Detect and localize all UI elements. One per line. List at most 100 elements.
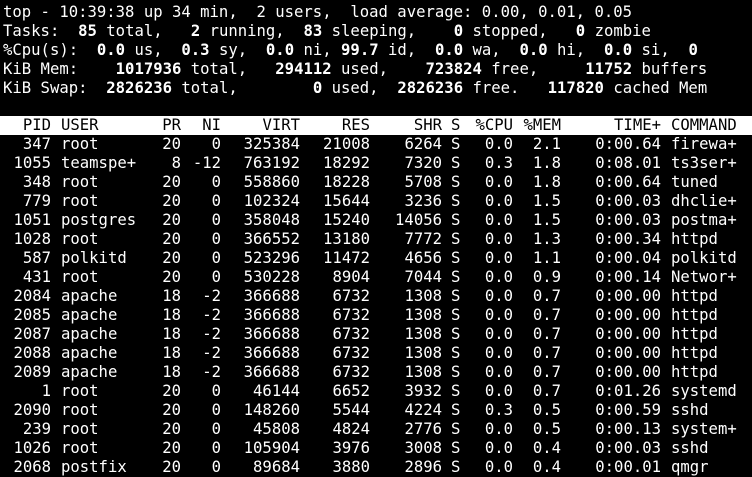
swap-cached: 117820 [547, 79, 604, 97]
cell-virt: 89684 [253, 458, 300, 476]
cell-state: S [451, 458, 461, 476]
col-cpu[interactable]: %CPU [463, 116, 513, 135]
process-row[interactable]: 239 root 20 0 45808 4824 2776 S 0.0 0.5 0:00.13 sys… [0, 420, 752, 439]
cell-pr: 18 [162, 325, 181, 343]
process-row[interactable]: 2090 root 20 0 148260 5544 4224 S 0.3 0.5 0:00.59 s… [0, 401, 752, 420]
process-row[interactable]: 1055 teamspe+ 8 -12 763192 18292 7320 S 0.3 1.8 0:… [0, 154, 752, 173]
col-ni[interactable]: NI [189, 116, 221, 135]
cell-ni: 0 [211, 439, 221, 457]
cell-pid: 779 [22, 192, 51, 210]
cell-ni: 0 [211, 173, 221, 191]
cell-res: 18228 [323, 173, 370, 191]
cell-user: postfix [61, 458, 127, 476]
cell-virt: 366688 [243, 363, 300, 381]
process-row[interactable]: 347 root 20 0 325384 21008 6264 S 0.0 2.1 0:00.64 f… [0, 135, 752, 154]
col-virt[interactable]: VIRT [232, 116, 300, 135]
cell-pr: 20 [162, 268, 181, 286]
process-row[interactable]: 587 polkitd 20 0 523296 11472 4656 S 0.0 1.1 0:00.… [0, 249, 752, 268]
tasks-running-label: running, [209, 22, 285, 40]
cell-command: httpd [671, 363, 718, 381]
cell-pid: 431 [22, 268, 51, 286]
process-row[interactable]: 2088 apache 18 -2 366688 6732 1308 S 0.0 0.7 0:00.… [0, 344, 752, 363]
cell-res: 4824 [332, 420, 370, 438]
process-row[interactable]: 431 root 20 0 530228 8904 7044 S 0.0 0.9 0:00.14 Ne… [0, 268, 752, 287]
col-pid[interactable]: PID [0, 116, 51, 135]
col-user[interactable]: USER [61, 116, 161, 135]
cell-state: S [451, 249, 461, 267]
cell-cpu: 0.0 [484, 382, 513, 400]
cell-command: dhclie+ [671, 192, 737, 210]
process-row[interactable]: 348 root 20 0 558860 18228 5708 S 0.0 1.8 0:00.64 t… [0, 173, 752, 192]
col-mem[interactable]: %MEM [516, 116, 561, 135]
terminal-window[interactable]: top - 10:39:38 up 34 min, 2 users, load … [0, 0, 752, 477]
cell-cpu: 0.0 [484, 192, 513, 210]
cell-user: apache [61, 344, 118, 362]
cell-user: root [61, 420, 99, 438]
process-row[interactable]: 2089 apache 18 -2 366688 6732 1308 S 0.0 0.7 0:00.… [0, 363, 752, 382]
cpu-wa-label: wa, [472, 41, 501, 59]
cell-pr: 20 [162, 173, 181, 191]
col-s[interactable]: S [451, 116, 463, 135]
cell-pr: 20 [162, 249, 181, 267]
tasks-zombie: 0 [575, 22, 586, 40]
cell-time: 0:00.00 [595, 306, 661, 324]
cell-pid: 347 [22, 135, 51, 153]
cell-pr: 18 [162, 344, 181, 362]
cell-mem: 2.1 [532, 135, 561, 153]
cell-shr: 7772 [404, 230, 442, 248]
cell-mem: 0.7 [532, 363, 561, 381]
cell-mem: 0.7 [532, 325, 561, 343]
cell-cpu: 0.0 [484, 344, 513, 362]
process-row[interactable]: 2087 apache 18 -2 366688 6732 1308 S 0.0 0.7 0:00.… [0, 325, 752, 344]
cell-mem: 0.7 [532, 306, 561, 324]
tasks-sleeping: 83 [303, 22, 323, 40]
process-row[interactable]: 2068 postfix 20 0 89684 3880 2896 S 0.0 0.4 0:00.0… [0, 458, 752, 477]
cell-cpu: 0.0 [484, 268, 513, 286]
mem-buffers: 11752 [585, 60, 633, 78]
cell-command: firewa+ [671, 135, 737, 153]
process-row[interactable]: 1051 postgres 20 0 358048 15240 14056 S 0.0 1.5 0:… [0, 211, 752, 230]
cell-user: root [61, 192, 99, 210]
cell-command: systemd [671, 382, 737, 400]
tasks-sleeping-label: sleeping, [331, 22, 417, 40]
cell-virt: 523296 [243, 249, 300, 267]
mem-buffers-label: buffers [641, 60, 708, 78]
cell-pid: 2068 [13, 458, 51, 476]
cell-virt: 366552 [243, 230, 300, 248]
cell-pid: 587 [22, 249, 51, 267]
cell-pid: 1 [41, 382, 51, 400]
col-command[interactable]: COMMAND [671, 116, 752, 135]
cell-shr: 3932 [404, 382, 442, 400]
cell-time: 0:00.04 [595, 249, 661, 267]
cpu-hi: 0.0 [519, 41, 548, 59]
col-time[interactable]: TIME+ [570, 116, 661, 135]
process-row[interactable]: 1 root 20 0 46144 6652 3932 S 0.0 0.7 0:01.26 syste… [0, 382, 752, 401]
process-row[interactable]: 779 root 20 0 102324 15644 3236 S 0.0 1.5 0:00.03 d… [0, 192, 752, 211]
process-row[interactable]: 2084 apache 18 -2 366688 6732 1308 S 0.0 0.7 0:00.… [0, 287, 752, 306]
cell-shr: 5708 [404, 173, 442, 191]
process-row[interactable]: 1028 root 20 0 366552 13180 7772 S 0.0 1.3 0:00.34… [0, 230, 752, 249]
cell-res: 8904 [332, 268, 370, 286]
cpu-ni-label: ni, [303, 41, 332, 59]
cell-ni: 0 [211, 135, 221, 153]
cell-time: 0:00.00 [595, 363, 661, 381]
cell-shr: 1308 [404, 363, 442, 381]
cell-virt: 148260 [243, 401, 300, 419]
process-row[interactable]: 1026 root 20 0 105904 3976 3008 S 0.0 0.4 0:00.03 s… [0, 439, 752, 458]
cell-time: 0:00.59 [595, 401, 661, 419]
cell-res: 6652 [332, 382, 370, 400]
cell-command: postma+ [671, 211, 737, 229]
cell-pr: 20 [162, 420, 181, 438]
col-res[interactable]: RES [300, 116, 370, 135]
col-shr[interactable]: SHR [372, 116, 442, 135]
cell-state: S [451, 420, 461, 438]
mem-total: 1017936 [115, 60, 182, 78]
cell-cpu: 0.0 [484, 306, 513, 324]
cell-mem: 1.8 [532, 154, 561, 172]
cell-cpu: 0.0 [484, 230, 513, 248]
col-pr[interactable]: PR [150, 116, 181, 135]
cell-ni: -2 [202, 287, 221, 305]
process-row[interactable]: 2085 apache 18 -2 366688 6732 1308 S 0.0 0.7 0:00.… [0, 306, 752, 325]
swap-label: KiB Swap: [3, 79, 88, 97]
cell-virt: 558860 [243, 173, 300, 191]
